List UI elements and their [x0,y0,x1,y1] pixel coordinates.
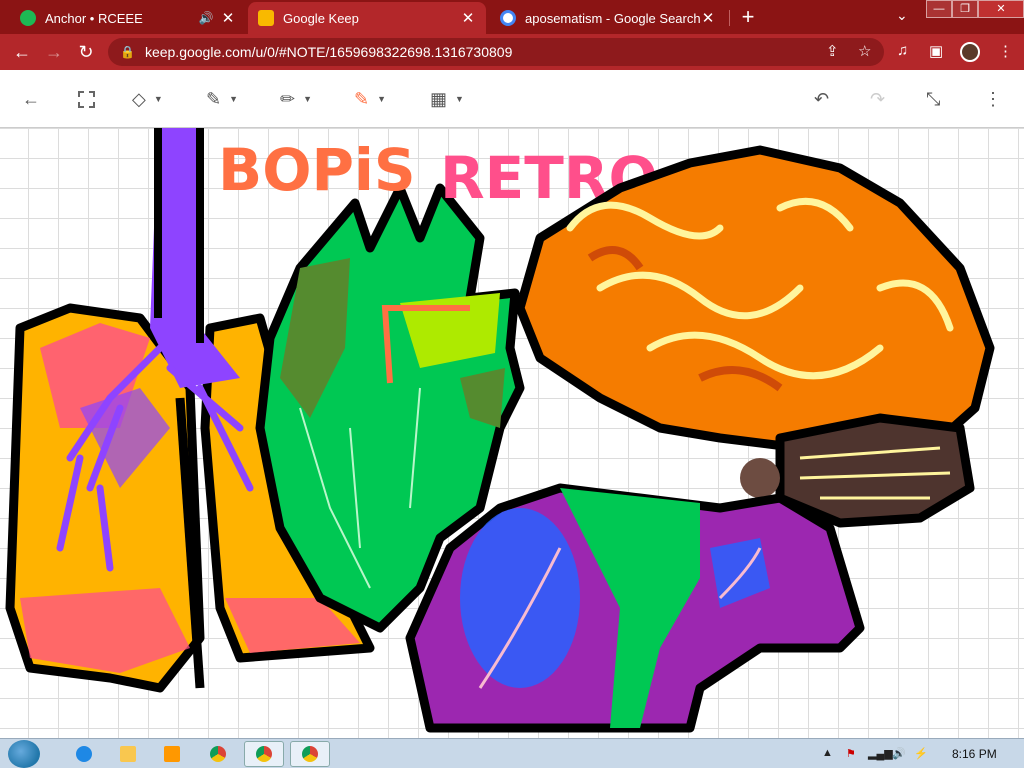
back-arrow-icon[interactable]: ← [22,88,40,110]
tab-title: Anchor • RCEEE [45,10,143,26]
caret-down-icon[interactable]: ▼ [455,94,464,104]
tab-google-keep[interactable]: Google Keep ✕ [248,2,486,34]
maximize-button[interactable]: ❐ [952,0,978,18]
eraser-tool[interactable]: ◇ ▼ [132,88,163,110]
address-bar[interactable]: 🔒 keep.google.com/u/0/#NOTE/165969832269… [108,38,884,66]
undo-icon[interactable]: ↶ [814,88,829,110]
avatar[interactable] [960,42,980,62]
drawing-svg: BOPiS RETRO [5,128,995,733]
media-control-icon[interactable]: ♫ [897,42,908,59]
taskbar: ▲ ⚑ ▂▄▆ 🔊 ⚡ 8:16 PM [0,738,1024,768]
forward-icon[interactable]: → [42,40,66,64]
tab-close-icon[interactable]: ✕ [460,9,476,27]
highlighter-icon: ✎ [354,88,370,109]
grid-icon: ▦ [430,88,448,109]
chrome-window-button[interactable] [244,741,284,767]
marker-tool[interactable]: ✏ ▼ [280,88,312,110]
keep-icon [258,10,274,26]
tab-anchor[interactable]: Anchor • RCEEE 🔊 ✕ [10,2,246,34]
url-text: keep.google.com/u/0/#NOTE/1659698322698.… [144,44,513,60]
speaker-icon[interactable]: 🔊 [198,11,214,25]
reload-icon[interactable]: ↻ [74,40,98,64]
action-center-icon[interactable]: ⚑ [846,747,856,760]
exit-fullscreen-icon[interactable]: ⤡ [926,88,940,110]
media-player-icon[interactable] [152,741,192,767]
tab-aposematism[interactable]: aposematism - Google Search ✕ [490,2,726,34]
redo-icon[interactable]: ↷ [870,88,885,110]
network-icon[interactable]: ▂▄▆ [868,747,893,760]
more-options-icon[interactable]: ⋮ [984,88,1002,110]
drawing-toolbar: ← ◇ ▼ ✎ ▼ ✏ ▼ ✎ ▼ ▦ ▼ ↶ ↷ ⤡ ⋮ [0,70,1024,128]
tab-strip: Anchor • RCEEE 🔊 ✕ Google Keep ✕ aposema… [0,0,1024,34]
back-icon[interactable]: ← [10,40,34,64]
caret-down-icon[interactable]: ▼ [229,94,238,104]
internet-explorer-icon[interactable] [64,741,104,767]
power-icon[interactable]: ⚡ [914,747,928,760]
lock-icon[interactable]: 🔒 [120,45,135,59]
new-tab-button[interactable]: + [735,4,761,30]
side-panel-icon[interactable]: ▣ [929,42,943,60]
clock[interactable]: 8:16 PM [952,747,997,761]
spotify-icon [20,10,36,26]
volume-icon[interactable]: 🔊 [892,747,906,760]
drawing-canvas[interactable]: BOPiS RETRO [0,128,1024,738]
caret-down-icon[interactable]: ▼ [377,94,386,104]
liver-drawing [405,483,865,733]
caret-down-icon[interactable]: ▼ [154,94,163,104]
start-button[interactable] [8,740,40,768]
chevron-down-icon[interactable]: ⌄ [896,7,908,24]
file-explorer-icon[interactable] [108,741,148,767]
window-controls: — ❐ ✕ [926,0,1024,18]
caret-down-icon[interactable]: ▼ [303,94,312,104]
minimize-button[interactable]: — [926,0,952,18]
title-word-bopis: BOPiS [218,136,416,204]
select-icon[interactable] [78,88,95,110]
browser-toolbar: ← → ↻ 🔒 keep.google.com/u/0/#NOTE/165969… [0,34,1024,70]
grid-tool[interactable]: ▦ ▼ [430,88,464,110]
chrome-icon[interactable] [198,741,238,767]
google-icon [500,10,516,26]
chrome-icon [256,746,272,762]
marker-icon: ✏ [280,88,296,109]
chrome-icon [302,746,318,762]
tab-close-icon[interactable]: ✕ [220,9,236,27]
tab-title: aposematism - Google Search [525,10,700,26]
tab-separator [729,10,730,26]
tab-title: Google Keep [283,10,359,26]
tab-close-icon[interactable]: ✕ [700,9,716,27]
highlighter-tool[interactable]: ✎ ▼ [354,88,386,110]
eraser-icon: ◇ [132,88,146,109]
pen-icon: ✎ [206,88,222,109]
brain-drawing [515,145,995,528]
kebab-menu-icon[interactable]: ⋮ [998,42,1013,60]
close-button[interactable]: ✕ [978,0,1024,18]
share-icon[interactable]: ⇪ [826,42,839,60]
chrome-window-button[interactable] [290,741,330,767]
bookmark-star-icon[interactable]: ☆ [858,42,871,60]
pen-tool[interactable]: ✎ ▼ [206,88,238,110]
show-hidden-icons-icon[interactable]: ▲ [822,747,833,759]
